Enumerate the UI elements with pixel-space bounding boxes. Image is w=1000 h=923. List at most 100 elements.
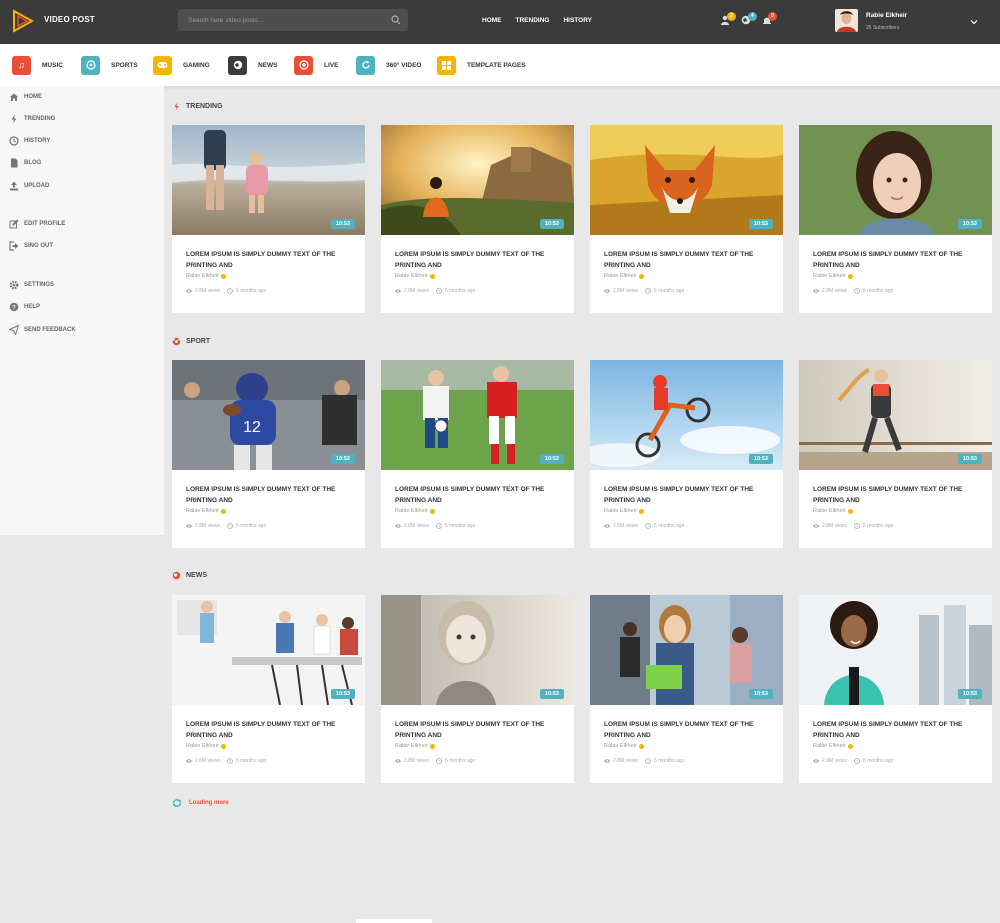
- upload-age: 5 months ago: [654, 288, 685, 294]
- sidebar-item-trending[interactable]: TRENDING: [9, 114, 55, 124]
- sidebar-item-label: UPLOAD: [24, 183, 50, 189]
- sidebar-item-edit-profile[interactable]: EDIT PROFILE: [9, 219, 65, 229]
- search-box: [178, 9, 408, 32]
- sidebar-item-history[interactable]: HISTORY: [9, 136, 50, 146]
- nav-trending[interactable]: TRENDING: [516, 17, 550, 24]
- sidebar-item-sign-out[interactable]: SING OUT: [9, 241, 53, 251]
- sidebar-item-label: SEND FEEDBACK: [24, 327, 76, 333]
- upload-age: 5 months ago: [236, 288, 267, 294]
- video-card[interactable]: 10:53 LOREM IPSUM IS SIMPLY DUMMY TEXT O…: [381, 125, 574, 313]
- video-title[interactable]: LOREM IPSUM IS SIMPLY DUMMY TEXT OF THE …: [186, 720, 354, 741]
- category-gaming[interactable]: GAMING: [153, 55, 210, 75]
- video-meta: 2.8M views 5 months ago: [186, 523, 266, 529]
- section-title-news: NEWS: [172, 571, 207, 580]
- views-count: 2.8M views: [613, 288, 639, 294]
- sidebar-item-label: BLOG: [24, 160, 42, 166]
- chevron-down-icon[interactable]: [970, 19, 978, 25]
- search-input[interactable]: [178, 9, 378, 32]
- play-logo-icon[interactable]: [12, 9, 34, 33]
- video-meta: 2.8M views 5 months ago: [186, 288, 266, 294]
- video-card[interactable]: 10:53 LOREM IPSUM IS SIMPLY DUMMY TEXT O…: [381, 360, 574, 548]
- top-bar: VIDEO POST HOME TRENDING HISTORY 2 4 9 R…: [0, 0, 1000, 44]
- nav-history[interactable]: HISTORY: [563, 17, 592, 24]
- video-card[interactable]: 10:53 LOREM IPSUM IS SIMPLY DUMMY TEXT O…: [590, 125, 783, 313]
- category-sports[interactable]: SPORTS: [81, 55, 138, 75]
- video-card[interactable]: 10:53 LOREM IPSUM IS SIMPLY DUMMY TEXT O…: [381, 595, 574, 783]
- category-news[interactable]: NEWS: [228, 55, 278, 75]
- search-icon[interactable]: [391, 15, 401, 25]
- category-label: SPORTS: [111, 61, 138, 69]
- video-card[interactable]: 10:53 LOREM IPSUM IS SIMPLY DUMMY TEXT O…: [172, 125, 365, 313]
- duration-badge: 10:53: [330, 219, 355, 229]
- video-title[interactable]: LOREM IPSUM IS SIMPLY DUMMY TEXT OF THE …: [604, 250, 772, 271]
- category-label: TEMPLATE PAGES: [467, 61, 526, 69]
- svg-text:?: ?: [12, 305, 16, 311]
- video-author[interactable]: Rabie Elkheir: [604, 743, 644, 749]
- views-count: 2.8M views: [404, 758, 430, 764]
- video-card[interactable]: 10:53 LOREM IPSUM IS SIMPLY DUMMY TEXT O…: [590, 360, 783, 548]
- video-author[interactable]: Rabie Elkheir: [604, 508, 644, 514]
- video-title[interactable]: LOREM IPSUM IS SIMPLY DUMMY TEXT OF THE …: [395, 250, 563, 271]
- nav-home[interactable]: HOME: [482, 17, 502, 24]
- video-meta: 2.8M views 5 months ago: [186, 758, 266, 764]
- eye-icon: [604, 289, 610, 293]
- sidebar-item-settings[interactable]: SETTINGS: [9, 280, 54, 290]
- author-name: Rabie Elkheir: [395, 273, 428, 279]
- video-title[interactable]: LOREM IPSUM IS SIMPLY DUMMY TEXT OF THE …: [813, 720, 981, 741]
- video-card[interactable]: 10:53 LOREM IPSUM IS SIMPLY DUMMY TEXT O…: [799, 125, 992, 313]
- video-author[interactable]: Rabie Elkheir: [186, 508, 226, 514]
- upload-age: 5 months ago: [445, 523, 476, 529]
- views-count: 2.8M views: [195, 758, 221, 764]
- eye-icon: [604, 524, 610, 528]
- video-meta: 2.8M views 5 months ago: [604, 758, 684, 764]
- eye-icon: [813, 524, 819, 528]
- video-author[interactable]: Rabie Elkheir: [813, 743, 853, 749]
- video-title[interactable]: LOREM IPSUM IS SIMPLY DUMMY TEXT OF THE …: [813, 485, 981, 506]
- video-title[interactable]: LOREM IPSUM IS SIMPLY DUMMY TEXT OF THE …: [604, 485, 772, 506]
- sidebar-item-home[interactable]: HOME: [9, 92, 42, 102]
- category-music[interactable]: ♫ MUSIC: [12, 55, 63, 75]
- author-name: Rabie Elkheir: [604, 508, 637, 514]
- video-card[interactable]: 12 10:53 LOREM IPSUM IS SIMPLY DUMMY TEX…: [172, 360, 365, 548]
- video-title[interactable]: LOREM IPSUM IS SIMPLY DUMMY TEXT OF THE …: [813, 250, 981, 271]
- video-title[interactable]: LOREM IPSUM IS SIMPLY DUMMY TEXT OF THE …: [604, 720, 772, 741]
- category-360-video[interactable]: 360° VIDEO: [356, 55, 421, 75]
- verified-icon: [429, 273, 435, 279]
- section-label: SPORT: [186, 338, 211, 345]
- brand-name[interactable]: VIDEO POST: [44, 15, 95, 24]
- category-template-pages[interactable]: TEMPLATE PAGES: [437, 55, 526, 75]
- video-author[interactable]: Rabie Elkheir: [395, 743, 435, 749]
- video-author[interactable]: Rabie Elkheir: [186, 743, 226, 749]
- video-author[interactable]: Rabie Elkheir: [813, 273, 853, 279]
- category-live[interactable]: LIVE: [294, 55, 338, 75]
- duration-badge: 10:53: [330, 454, 355, 464]
- category-label: LIVE: [324, 61, 339, 69]
- video-author[interactable]: Rabie Elkheir: [395, 273, 435, 279]
- video-card[interactable]: 10:53 LOREM IPSUM IS SIMPLY DUMMY TEXT O…: [799, 360, 992, 548]
- sidebar-item-blog[interactable]: BLOG: [9, 158, 41, 168]
- loading-more-button[interactable]: Loading more: [172, 798, 229, 808]
- avatar[interactable]: [835, 9, 858, 32]
- video-author[interactable]: Rabie Elkheir: [813, 508, 853, 514]
- clock-icon: [436, 523, 442, 529]
- video-title[interactable]: LOREM IPSUM IS SIMPLY DUMMY TEXT OF THE …: [186, 485, 354, 506]
- sidebar-item-send-feedback[interactable]: SEND FEEDBACK: [9, 325, 76, 335]
- video-title[interactable]: LOREM IPSUM IS SIMPLY DUMMY TEXT OF THE …: [186, 250, 354, 271]
- clock-icon: [645, 288, 651, 294]
- user-name[interactable]: Rabie Elkheir: [866, 12, 907, 19]
- video-card[interactable]: 10:53 LOREM IPSUM IS SIMPLY DUMMY TEXT O…: [590, 595, 783, 783]
- sidebar: HOME TRENDING HISTORY BLOG UPLOAD EDIT P…: [0, 86, 164, 535]
- clock-icon: [645, 523, 651, 529]
- sidebar-item-help[interactable]: ? HELP: [9, 302, 40, 312]
- video-card[interactable]: 10:53 LOREM IPSUM IS SIMPLY DUMMY TEXT O…: [172, 595, 365, 783]
- video-meta: 2.8M views 5 months ago: [604, 288, 684, 294]
- video-card[interactable]: 10:53 LOREM IPSUM IS SIMPLY DUMMY TEXT O…: [799, 595, 992, 783]
- video-author[interactable]: Rabie Elkheir: [395, 508, 435, 514]
- video-author[interactable]: Rabie Elkheir: [186, 273, 226, 279]
- views-count: 2.8M views: [404, 288, 430, 294]
- grid-icon: [437, 55, 456, 75]
- video-title[interactable]: LOREM IPSUM IS SIMPLY DUMMY TEXT OF THE …: [395, 485, 563, 506]
- video-title[interactable]: LOREM IPSUM IS SIMPLY DUMMY TEXT OF THE …: [395, 720, 563, 741]
- video-author[interactable]: Rabie Elkheir: [604, 273, 644, 279]
- sidebar-item-upload[interactable]: UPLOAD: [9, 181, 49, 191]
